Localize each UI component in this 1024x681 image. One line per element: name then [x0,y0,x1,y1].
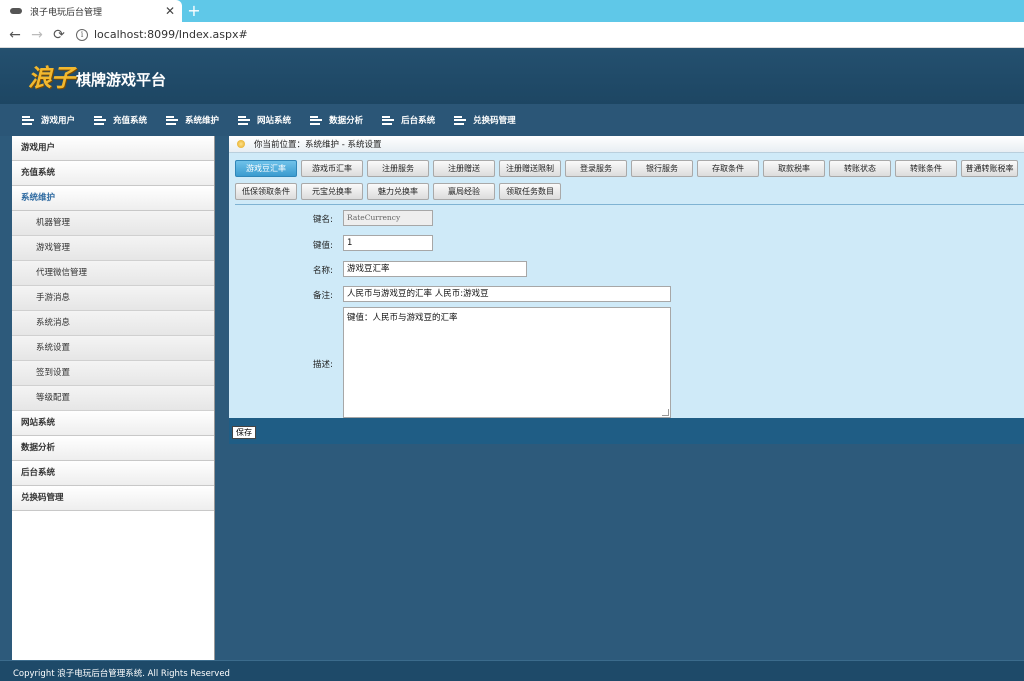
forward-icon[interactable]: → [26,27,48,43]
sidebar-item-website[interactable]: 网站系统 [12,411,214,436]
back-icon[interactable]: ← [4,27,26,43]
key-label: 键名: [313,215,333,225]
setting-button[interactable]: 注册服务 [367,160,429,177]
form-divider [235,204,1024,205]
sidebar-item-redeem-codes[interactable]: 兑换码管理 [12,486,214,511]
sidebar-sub-level-config[interactable]: 等级配置 [12,386,214,411]
topnav-item-recharge[interactable]: 充值系统 [94,114,147,126]
setting-button[interactable]: 存取条件 [697,160,759,177]
topnav-label: 充值系统 [113,116,148,126]
setting-button[interactable]: 银行服务 [631,160,693,177]
main-panel: 你当前位置：系统维护 - 系统设置 游戏豆汇率 游戏币汇率 注册服务 注册赠送 … [229,136,1024,418]
footer: Copyright 浪子电玩后台管理系统. All Rights Reserve… [0,660,1024,681]
topnav-label: 网站系统 [257,116,292,126]
setting-button[interactable]: 转账状态 [829,160,891,177]
sidebar-sub-system-messages[interactable]: 系统消息 [12,311,214,336]
gamepad-icon [10,6,22,16]
setting-button[interactable]: 领取任务数目 [499,183,561,200]
url-text: localhost:8099/Index.aspx# [94,28,248,41]
setting-button[interactable]: 魅力兑换率 [367,183,429,200]
sidebar-sub-games[interactable]: 游戏管理 [12,236,214,261]
setting-button[interactable]: 低保领取条件 [235,183,297,200]
setting-button[interactable]: 游戏币汇率 [301,160,363,177]
reload-icon[interactable]: ⟳ [48,27,70,43]
topnav-item-game-users[interactable]: 游戏用户 [22,114,75,126]
sidebar-item-game-users[interactable]: 游戏用户 [12,136,214,161]
topnav-item-analytics[interactable]: 数据分析 [310,114,363,126]
topnav-label: 兑换码管理 [473,116,516,126]
location-icon [237,140,245,148]
name-field[interactable]: 游戏豆汇率 [343,261,527,277]
topnav-label: 后台系统 [401,116,436,126]
url-input[interactable]: i localhost:8099/Index.aspx# [76,25,1018,45]
sidebar: 游戏用户 充值系统 系统维护 机器管理 游戏管理 代理微信管理 手游消息 系统消… [12,136,215,660]
topnav-label: 数据分析 [329,116,364,126]
menu-icon [310,115,323,125]
menu-icon [22,115,34,125]
setting-button[interactable]: 赢局经验 [433,183,495,200]
value-label: 键值: [313,241,333,251]
setting-button[interactable]: 登录服务 [565,160,627,177]
name-label: 名称: [313,266,333,276]
topnav-item-redeem-codes[interactable]: 兑换码管理 [454,114,516,126]
setting-button[interactable]: 注册赠送限制 [499,160,561,177]
sidebar-item-analytics[interactable]: 数据分析 [12,436,214,461]
sidebar-item-recharge[interactable]: 充值系统 [12,161,214,186]
save-bar: 保存 [229,418,1024,444]
new-tab-button[interactable]: + [186,2,202,20]
info-icon[interactable]: i [76,28,88,41]
setting-buttons-row-2: 低保领取条件 元宝兑换率 魅力兑换率 赢局经验 领取任务数目 [235,183,565,200]
resize-handle[interactable] [662,409,669,416]
sidebar-sub-mobile-messages[interactable]: 手游消息 [12,286,214,311]
sidebar-sub-system-settings[interactable]: 系统设置 [12,336,214,361]
browser-tab[interactable]: 浪子电玩后台管理 ✕ [0,0,182,22]
setting-button[interactable]: 取款税率 [763,160,825,177]
menu-icon [454,115,467,125]
note-field[interactable]: 人民币与游戏豆的汇率 人民币:游戏豆 [343,286,671,302]
sidebar-sub-agent-wechat[interactable]: 代理微信管理 [12,261,214,286]
description-textarea[interactable]: 键值：人民币与游戏豆的汇率 [343,307,671,418]
description-text: 键值：人民币与游戏豆的汇率 [347,313,458,323]
menu-icon [94,115,107,125]
sidebar-sub-signin-settings[interactable]: 签到设置 [12,361,214,386]
address-bar: ← → ⟳ i localhost:8099/Index.aspx# [0,22,1024,48]
desc-label: 描述: [313,360,333,370]
setting-button[interactable]: 注册赠送 [433,160,495,177]
logo-text: 棋牌游戏平台 [76,71,167,89]
logo-mark: 浪子 [28,64,75,92]
key-field: RateCurrency [343,210,433,226]
sidebar-sub-robots[interactable]: 机器管理 [12,211,214,236]
tab-title: 浪子电玩后台管理 [30,7,103,18]
topnav-item-backend[interactable]: 后台系统 [382,114,435,126]
sidebar-item-backend[interactable]: 后台系统 [12,461,214,486]
top-nav: 游戏用户 充值系统 系统维护 网站系统 数据分析 后台系统 兑换码管理 [0,104,1024,136]
topnav-item-website[interactable]: 网站系统 [238,114,291,126]
app-header: 浪子 棋牌游戏平台 [0,48,1024,104]
setting-button[interactable]: 元宝兑换率 [301,183,363,200]
save-button[interactable]: 保存 [232,426,256,439]
menu-icon [382,115,395,125]
close-icon[interactable]: ✕ [162,4,178,18]
sidebar-item-maintenance[interactable]: 系统维护 [12,186,214,211]
logo: 浪子 棋牌游戏平台 [28,58,166,93]
setting-button[interactable]: 普通转账税率 [961,160,1018,177]
setting-buttons-row-1: 游戏豆汇率 游戏币汇率 注册服务 注册赠送 注册赠送限制 登录服务 银行服务 存… [235,160,1018,177]
note-label: 备注: [313,291,333,301]
copyright-text: Copyright 浪子电玩后台管理系统. All Rights Reserve… [13,669,230,679]
browser-tab-bar: 浪子电玩后台管理 ✕ + [0,0,1024,22]
topnav-label: 游戏用户 [41,116,76,126]
breadcrumb: 你当前位置：系统维护 - 系统设置 [229,136,1024,153]
breadcrumb-text: 你当前位置：系统维护 - 系统设置 [254,140,382,150]
setting-button[interactable]: 转账条件 [895,160,957,177]
value-field[interactable]: 1 [343,235,433,251]
topnav-item-maintenance[interactable]: 系统维护 [166,114,219,126]
topnav-label: 系统维护 [185,116,220,126]
setting-button[interactable]: 游戏豆汇率 [235,160,297,177]
menu-icon [166,115,179,125]
menu-icon [238,115,251,125]
